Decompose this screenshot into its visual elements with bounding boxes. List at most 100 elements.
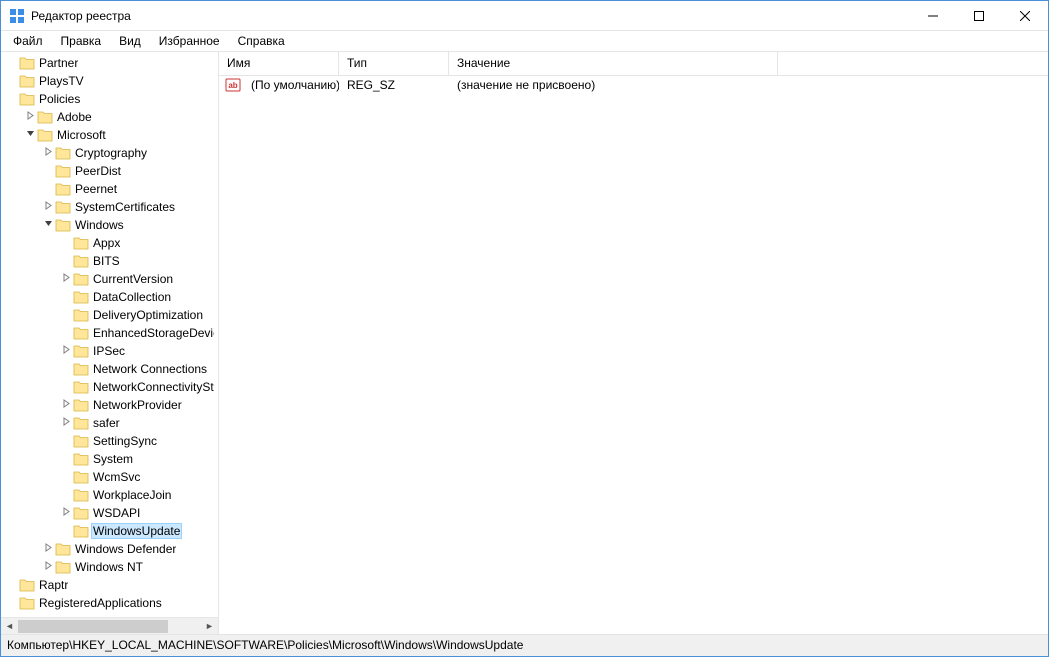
column-header-type[interactable]: Тип	[339, 52, 449, 75]
folder-icon	[55, 560, 71, 574]
list-row[interactable]: ab(По умолчанию)REG_SZ(значение не присв…	[219, 76, 1048, 94]
tree-item-label: Windows NT	[75, 560, 143, 574]
folder-icon	[55, 146, 71, 160]
tree-item[interactable]: NetworkProvider	[1, 396, 218, 414]
chevron-right-icon[interactable]	[59, 507, 73, 519]
folder-icon	[73, 344, 89, 358]
tree-item[interactable]: PeerDist	[1, 162, 218, 180]
column-header-spacer[interactable]	[778, 52, 1048, 75]
statusbar-path: Компьютер\HKEY_LOCAL_MACHINE\SOFTWARE\Po…	[7, 638, 523, 652]
folder-icon	[73, 362, 89, 376]
tree-item[interactable]: Windows	[1, 216, 218, 234]
maximize-button[interactable]	[956, 1, 1002, 31]
scroll-track[interactable]	[18, 618, 201, 635]
tree-item-label: Windows	[75, 218, 124, 232]
tree-item[interactable]: NetworkConnectivityStatusIndicator	[1, 378, 218, 396]
tree-item[interactable]: Adobe	[1, 108, 218, 126]
app-icon	[9, 8, 25, 24]
tree-item[interactable]: Network Connections	[1, 360, 218, 378]
chevron-down-icon[interactable]	[41, 219, 55, 231]
tree-item[interactable]: Peernet	[1, 180, 218, 198]
folder-icon	[73, 506, 89, 520]
tree-item[interactable]: safer	[1, 414, 218, 432]
folder-icon	[37, 128, 53, 142]
column-header-name[interactable]: Имя	[219, 52, 339, 75]
chevron-right-icon[interactable]	[23, 111, 37, 123]
chevron-right-icon[interactable]	[41, 201, 55, 213]
tree-item[interactable]: DataCollection	[1, 288, 218, 306]
tree-item[interactable]: Partner	[1, 54, 218, 72]
menubar: Файл Правка Вид Избранное Справка	[1, 31, 1048, 51]
tree-item[interactable]: BITS	[1, 252, 218, 270]
folder-icon	[19, 578, 35, 592]
tree-item-label: WSDAPI	[93, 506, 140, 520]
tree-item[interactable]: WSDAPI	[1, 504, 218, 522]
tree-item[interactable]: Windows Defender	[1, 540, 218, 558]
folder-icon	[55, 542, 71, 556]
tree-item[interactable]: Windows NT	[1, 558, 218, 576]
scroll-right-button[interactable]: ►	[201, 618, 218, 635]
chevron-right-icon[interactable]	[59, 417, 73, 429]
svg-text:ab: ab	[228, 81, 237, 90]
tree-item-label: Microsoft	[57, 128, 106, 142]
folder-icon	[19, 56, 35, 70]
tree-item-label: SettingSync	[93, 434, 157, 448]
menu-view[interactable]: Вид	[111, 32, 149, 50]
tree-item-label: Network Connections	[93, 362, 207, 376]
cell-value: (значение не присвоено)	[449, 78, 1048, 92]
folder-icon	[19, 596, 35, 610]
folder-icon	[73, 470, 89, 484]
folder-icon	[73, 434, 89, 448]
tree-item[interactable]: Raptr	[1, 576, 218, 594]
tree-item-label: EnhancedStorageDevices	[93, 326, 214, 340]
list-body[interactable]: ab(По умолчанию)REG_SZ(значение не присв…	[219, 76, 1048, 634]
chevron-right-icon[interactable]	[59, 399, 73, 411]
folder-icon	[73, 416, 89, 430]
tree-item[interactable]: PlaysTV	[1, 72, 218, 90]
tree-item[interactable]: WorkplaceJoin	[1, 486, 218, 504]
chevron-right-icon[interactable]	[59, 345, 73, 357]
folder-icon	[55, 164, 71, 178]
scroll-thumb[interactable]	[18, 620, 168, 633]
tree-item[interactable]: CurrentVersion	[1, 270, 218, 288]
chevron-right-icon[interactable]	[41, 561, 55, 573]
tree-item[interactable]: DeliveryOptimization	[1, 306, 218, 324]
tree-item[interactable]: Appx	[1, 234, 218, 252]
menu-favorites[interactable]: Избранное	[151, 32, 228, 50]
tree-item-label: PeerDist	[75, 164, 121, 178]
menu-file[interactable]: Файл	[5, 32, 51, 50]
tree-item[interactable]: Cryptography	[1, 144, 218, 162]
list-header: Имя Тип Значение	[219, 52, 1048, 76]
tree-item-label: NetworkConnectivityStatusIndicator	[93, 380, 214, 394]
tree-item[interactable]: IPSec	[1, 342, 218, 360]
menu-help[interactable]: Справка	[230, 32, 293, 50]
close-button[interactable]	[1002, 1, 1048, 31]
tree-item[interactable]: Policies	[1, 90, 218, 108]
tree-pane: PartnerPlaysTVPoliciesAdobe Microsoft Cryp…	[1, 52, 219, 634]
window-title: Редактор реестра	[31, 9, 131, 23]
tree-item[interactable]: SettingSync	[1, 432, 218, 450]
tree-item[interactable]: WindowsUpdate	[1, 522, 218, 540]
menu-edit[interactable]: Правка	[53, 32, 110, 50]
tree-item[interactable]: Microsoft	[1, 126, 218, 144]
tree-scroll[interactable]: PartnerPlaysTVPoliciesAdobe Microsoft Cryp…	[1, 52, 218, 617]
tree-item[interactable]: EnhancedStorageDevices	[1, 324, 218, 342]
tree-horizontal-scrollbar[interactable]: ◄ ►	[1, 617, 218, 634]
chevron-right-icon[interactable]	[41, 543, 55, 555]
scroll-left-button[interactable]: ◄	[1, 618, 18, 635]
folder-icon	[55, 200, 71, 214]
tree-item[interactable]: SystemCertificates	[1, 198, 218, 216]
folder-icon	[73, 290, 89, 304]
chevron-down-icon[interactable]	[23, 129, 37, 141]
minimize-button[interactable]	[910, 1, 956, 31]
titlebar: Редактор реестра	[1, 1, 1048, 31]
tree-item[interactable]: RegisteredApplications	[1, 594, 218, 612]
cell-name: (По умолчанию)	[243, 78, 339, 92]
tree-item[interactable]: System	[1, 450, 218, 468]
folder-icon	[19, 74, 35, 88]
chevron-right-icon[interactable]	[41, 147, 55, 159]
column-header-value[interactable]: Значение	[449, 52, 778, 75]
tree-item-label: Appx	[93, 236, 120, 250]
chevron-right-icon[interactable]	[59, 273, 73, 285]
tree-item[interactable]: WcmSvc	[1, 468, 218, 486]
